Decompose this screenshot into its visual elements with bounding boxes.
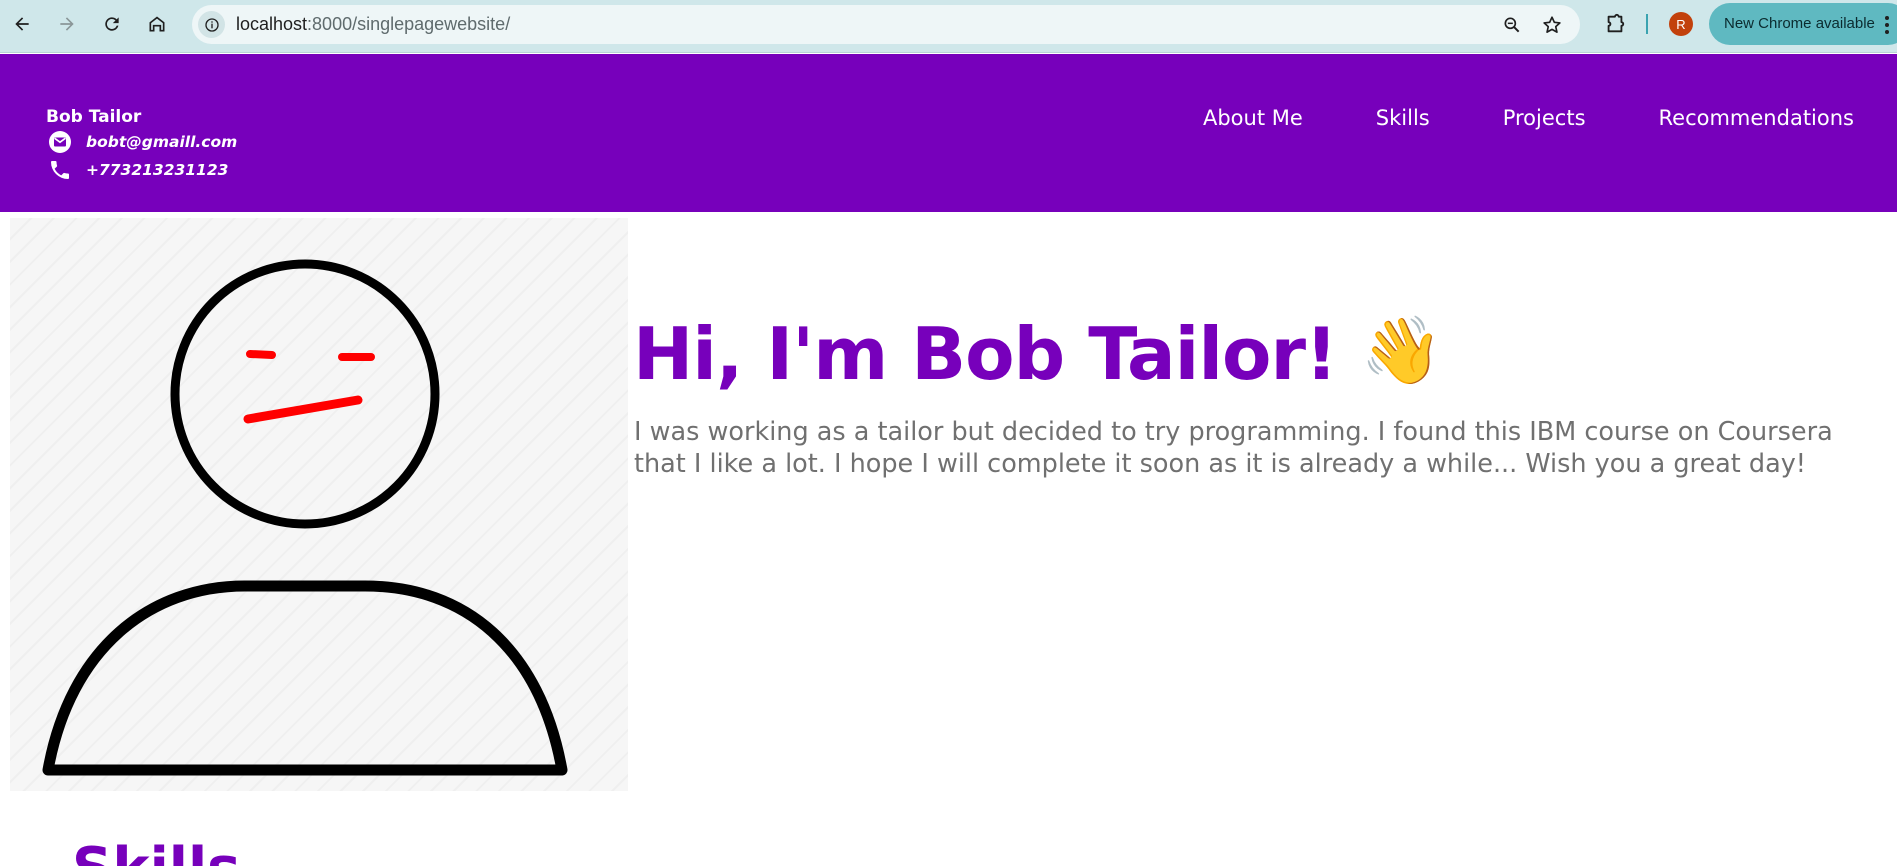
main-nav: About Me Skills Projects Recommendations (1130, 106, 1854, 130)
update-chrome-button[interactable]: New Chrome available (1709, 3, 1897, 45)
home-icon (149, 16, 165, 32)
hero-description: I was working as a tailor but decided to… (634, 417, 1833, 479)
url-path: :8000/singlepagewebsite/ (307, 14, 511, 34)
reload-button[interactable] (96, 8, 128, 40)
arrow-right-icon (60, 17, 74, 31)
url-host: localhost (236, 14, 308, 34)
reload-icon (105, 17, 119, 31)
url-text[interactable]: localhost:8000/singlepagewebsite/ (236, 14, 510, 35)
nav-projects[interactable]: Projects (1503, 106, 1586, 130)
nav-recommendations[interactable]: Recommendations (1659, 106, 1854, 130)
more-menu-icon[interactable] (1883, 15, 1891, 35)
site-header: Bob Tailor bobt@gmaill.com +773213231123… (0, 54, 1897, 212)
skills-heading: Skills (72, 836, 241, 866)
phone-row: +773213231123 (48, 158, 228, 182)
browser-toolbar: localhost:8000/singlepagewebsite/ R New … (0, 0, 1897, 53)
profile-avatar[interactable]: R (1669, 12, 1693, 36)
wave-emoji: 👋 (1360, 312, 1443, 389)
address-bar[interactable]: localhost:8000/singlepagewebsite/ (192, 5, 1580, 44)
extensions-button[interactable] (1602, 11, 1628, 37)
forward-button[interactable] (51, 8, 83, 40)
phone-icon (51, 161, 69, 179)
brand-name: Bob Tailor (46, 107, 142, 127)
arrow-left-icon (15, 17, 29, 31)
phone-text[interactable]: +773213231123 (86, 161, 228, 179)
nav-about-me[interactable]: About Me (1203, 106, 1303, 130)
toolbar-divider (1646, 14, 1648, 34)
zoom-icon[interactable] (1501, 14, 1523, 36)
hero-title: Hi, I'm Bob Tailor! 👋 (633, 312, 1443, 396)
email-row: bobt@gmaill.com (48, 130, 237, 154)
puzzle-icon (1607, 13, 1625, 33)
back-button[interactable] (6, 8, 38, 40)
email-text[interactable]: bobt@gmaill.com (86, 133, 237, 151)
site-info-icon[interactable] (198, 11, 225, 38)
mail-icon (49, 131, 71, 153)
profile-picture (10, 218, 628, 791)
home-button[interactable] (141, 8, 173, 40)
nav-skills[interactable]: Skills (1376, 106, 1430, 130)
hero-title-text: Hi, I'm Bob Tailor! (633, 312, 1338, 396)
bookmark-star-icon[interactable] (1541, 14, 1563, 36)
